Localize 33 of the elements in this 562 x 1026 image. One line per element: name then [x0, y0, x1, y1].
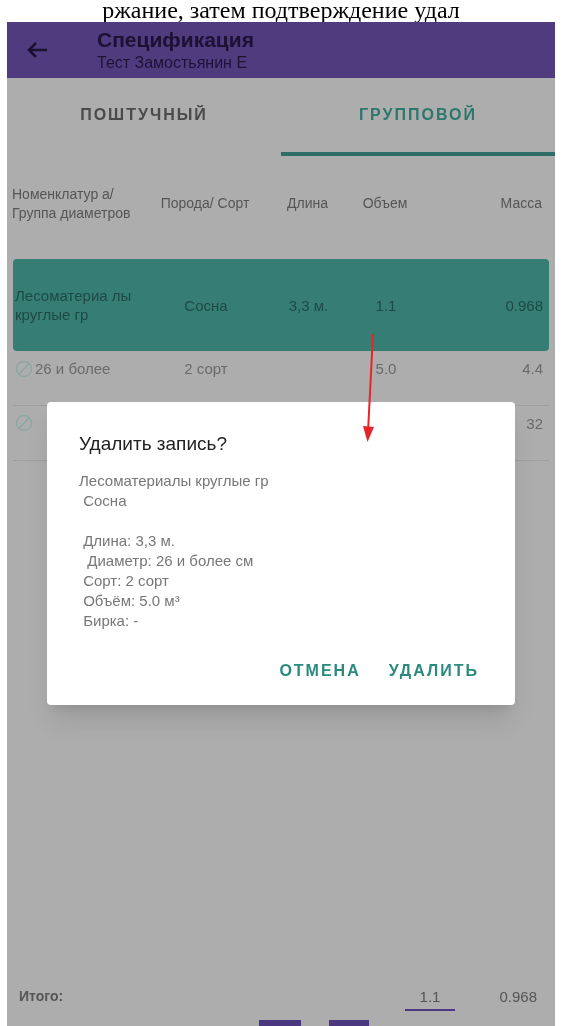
- dialog-text-line: Диаметр: 26 и более см: [86, 550, 255, 571]
- table-cell: 32: [526, 414, 543, 433]
- table-cell: 5.0: [375, 359, 397, 378]
- column-header: Длина: [286, 194, 329, 213]
- dialog-text-line: Объём: 5.0 м³: [82, 590, 181, 611]
- dialog-text-line: Бирка: -: [82, 610, 140, 631]
- screen-title: Спецификация: [97, 27, 254, 53]
- dialog-title: Удалить запись?: [79, 432, 228, 456]
- dialog-button[interactable]: УДАЛИТЬ: [384, 652, 483, 689]
- empty-total-bar: [259, 1020, 301, 1026]
- table-cell: 4.4: [522, 359, 543, 378]
- column-header: Порода/ Сорт: [159, 194, 251, 213]
- dialog-text-line: Сорт: 2 сорт: [82, 570, 170, 591]
- dialog-text-line: Сосна: [82, 490, 128, 511]
- prohibited-icon: [15, 359, 33, 378]
- dialog-text-line: Длина: 3,3 м.: [82, 530, 176, 551]
- tab[interactable]: ГРУППОВОЙ: [281, 78, 555, 156]
- dialog-button[interactable]: ОТМЕНА: [275, 652, 365, 689]
- back-arrow-icon: [26, 41, 48, 59]
- screen-subtitle: Тест Замостьянин Е: [97, 53, 249, 73]
- prohibited-icon: [15, 414, 33, 432]
- totals-mass: 0.968: [499, 987, 537, 1007]
- column-header: Масса: [499, 194, 543, 213]
- caption-text: ржание, затем подтверждение удал: [102, 0, 460, 22]
- empty-total-bar: [329, 1020, 369, 1026]
- column-header: Объем: [361, 194, 409, 213]
- totals-volume: 1.1: [405, 986, 455, 1011]
- totals-label: Итого:: [19, 987, 65, 1006]
- table-cell: 2 сорт: [184, 359, 228, 378]
- tab[interactable]: ПОШТУЧНЫЙ: [7, 78, 281, 156]
- column-header: Номенклатур а/ Группа диаметров: [12, 184, 132, 223]
- table-cell: 26 и более: [35, 359, 111, 378]
- dialog-text-line: Лесоматериалы круглые гр: [79, 470, 270, 491]
